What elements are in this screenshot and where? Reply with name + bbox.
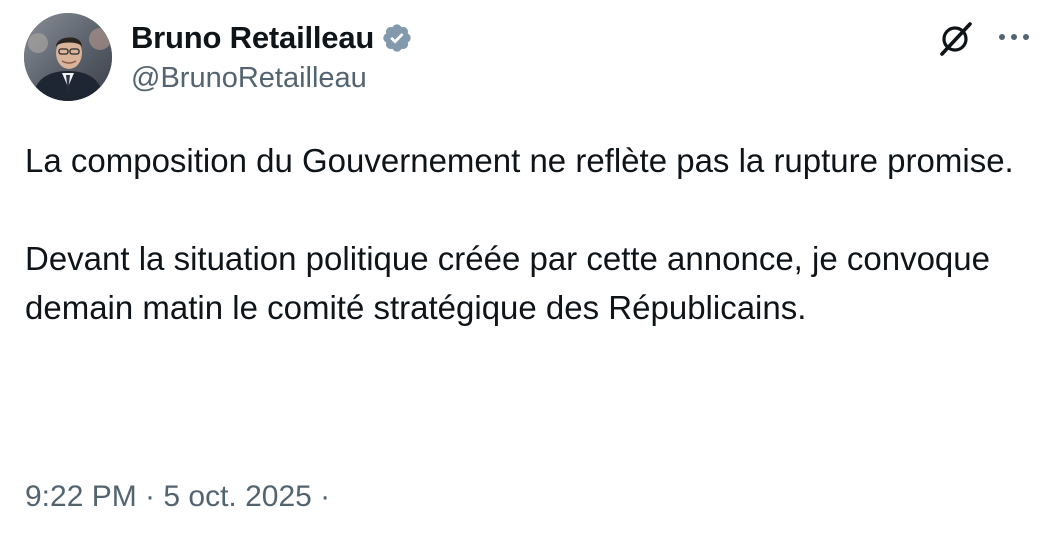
more-options-button[interactable] [995,22,1033,52]
tweet-paragraph: Devant la situation politique créée par … [25,240,1000,326]
verified-badge-icon[interactable] [381,22,413,54]
tweet-timestamp[interactable]: 9:22 PM · 5 oct. 2025 · [25,480,330,514]
grok-button[interactable] [936,18,976,58]
grok-slash-circle-icon [940,22,972,56]
avatar-photo-icon [24,13,112,101]
author-handle[interactable]: @BrunoRetailleau [131,62,367,95]
more-dots-icon [999,34,1029,40]
author-display-name[interactable]: Bruno Retailleau [131,20,374,56]
author-name-row: Bruno Retailleau [131,18,413,58]
tweet-text: La composition du Gouvernement ne reflèt… [25,136,1025,332]
tweet-paragraph: La composition du Gouvernement ne reflèt… [25,142,1014,179]
avatar[interactable] [24,13,112,101]
tweet-card: Bruno Retailleau @BrunoRetailleau La com… [0,0,1054,546]
